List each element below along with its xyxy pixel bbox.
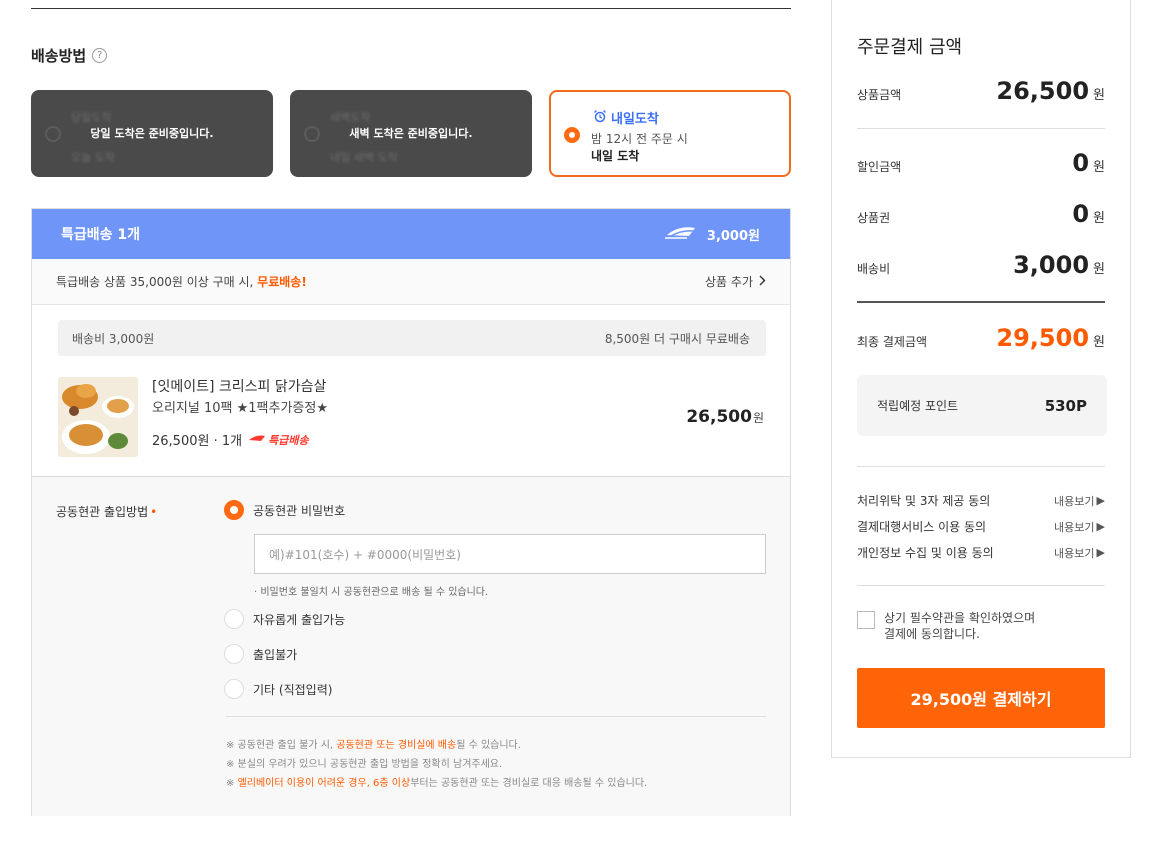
delivery-option-tomorrow[interactable]: 내일도착 밤 12시 전 주문 시 내일 도착 — [549, 90, 791, 177]
agree-checkbox[interactable] — [857, 611, 875, 629]
tomorrow-condition: 밤 12시 전 주문 시 — [591, 132, 688, 146]
view-details-link[interactable]: 내용보기 ▶ — [1054, 492, 1105, 509]
divider — [857, 128, 1105, 129]
agreement-row-consignment: 처리위탁 및 3자 제공 동의 내용보기 ▶ — [857, 492, 1105, 509]
triangle-right-icon: ▶ — [1096, 494, 1105, 507]
radio-selected[interactable] — [224, 500, 244, 520]
entry-option-no-access[interactable]: 출입불가 — [224, 644, 297, 664]
shipping-fee-box: 배송비 3,000원 8,500원 더 구매시 무료배송 — [58, 320, 766, 356]
voucher-row: 상품권 0원 — [857, 200, 1105, 228]
delivery-option-dawn: 새벽도착 내일 새벽 도착 새벽 도착은 준비중입니다. — [290, 90, 532, 177]
chevron-right-icon — [759, 275, 766, 289]
tomorrow-arrival: 내일 도착 — [591, 149, 640, 163]
entry-option-password[interactable]: 공동현관 비밀번호 — [224, 500, 345, 520]
delivery-option-same-day: 당일도착 오늘 도착 당일 도착은 준비중입니다. — [31, 90, 273, 177]
add-product-link[interactable]: 상품 추가 — [705, 273, 766, 290]
express-badge-icon — [248, 433, 266, 446]
view-details-link[interactable]: 내용보기 ▶ — [1054, 518, 1105, 535]
express-header: 특급배송 1개 3,000원 — [32, 209, 790, 259]
product-name[interactable]: [잇메이트] 크리스피 닭가슴살 — [152, 376, 326, 396]
required-mark: • — [150, 505, 158, 519]
free-shipping-highlight: 무료배송! — [257, 275, 307, 289]
triangle-right-icon: ▶ — [1096, 520, 1105, 533]
not-ready-message: 당일 도착은 준비중입니다. — [90, 127, 214, 140]
entry-option-other[interactable]: 기타 (직접입력) — [224, 679, 332, 699]
summary-title: 주문결제 금액 — [857, 37, 963, 58]
divider — [857, 585, 1105, 586]
final-amount-row: 최종 결제금액 29,500 원 — [857, 324, 1105, 352]
delivery-method-title: 배송방법 ? — [31, 45, 108, 66]
radio-unselected[interactable] — [224, 609, 244, 629]
entrance-password-input[interactable]: 예)#101(호수) + #0000(비밀번호) — [254, 534, 766, 574]
divider — [857, 466, 1105, 467]
shipping-row: 배송비 3,000 원 — [857, 251, 1105, 279]
points-value: 530P — [1044, 396, 1087, 415]
agreement-row-privacy: 개인정보 수집 및 이용 동의 내용보기 ▶ — [857, 544, 1105, 561]
radio-selected[interactable] — [564, 127, 580, 143]
tomorrow-title: 내일도착 — [593, 108, 659, 127]
view-details-link[interactable]: 내용보기 ▶ — [1054, 544, 1105, 561]
shipping-fee-label: 배송비 3,000원 — [72, 331, 155, 346]
discount-row: 할인금액 0원 — [857, 149, 1105, 177]
express-delivery-panel: 특급배송 1개 3,000원 특급배송 상품 35,000원 이상 구매 시, … — [31, 208, 791, 816]
agreement-row-payment-agent: 결제대행서비스 이용 동의 내용보기 ▶ — [857, 518, 1105, 535]
pay-button[interactable]: 29,500원 결제하기 — [857, 668, 1105, 728]
product-price-qty: 26,500원 · 1개 특급배송 — [152, 432, 309, 450]
product-image — [58, 377, 138, 457]
product-total: 26,500원 — [686, 407, 764, 427]
radio-unselected[interactable] — [224, 644, 244, 664]
triangle-right-icon: ▶ — [1096, 546, 1105, 559]
express-fee: 3,000원 — [706, 228, 760, 244]
express-count: 특급배송 1개 — [61, 227, 141, 243]
product-amount-row: 상품금액 26,500 원 — [857, 77, 1105, 105]
product-option: 오리지널 10팩 ★1팩추가증정★ — [152, 401, 328, 416]
alarm-clock-icon — [593, 109, 607, 127]
radio-unselected[interactable] — [224, 679, 244, 699]
free-shipping-notice: 특급배송 상품 35,000원 이상 구매 시, 무료배송! 상품 추가 — [32, 259, 790, 305]
express-badge: 특급배송 — [248, 432, 309, 448]
not-ready-message: 새벽 도착은 준비중입니다. — [349, 127, 473, 140]
agree-all-terms[interactable]: 상기 필수약관을 확인하였으며 결제에 동의합니다. — [857, 610, 1035, 642]
divider — [226, 716, 766, 717]
top-divider — [31, 8, 791, 9]
password-help-text: · 비밀번호 불일치 시 공동현관으로 배송 될 수 있습니다. — [254, 587, 489, 598]
points-box: 적립예정 포인트 530P — [857, 375, 1107, 436]
free-shipping-remaining: 8,500원 더 구매시 무료배송 — [604, 331, 750, 346]
entrance-notes: ※ 공동현관 출입 불가 시, 공동현관 또는 경비실에 배송될 수 있습니다.… — [226, 740, 648, 789]
entry-option-free-access[interactable]: 자유롭게 출입가능 — [224, 609, 345, 629]
help-icon[interactable]: ? — [92, 48, 108, 63]
divider — [857, 301, 1105, 303]
entrance-method-section: 공동현관 출입방법 • 공동현관 비밀번호 예)#101(호수) + #0000(… — [32, 476, 790, 816]
express-truck-icon — [664, 224, 699, 244]
order-summary-panel: 주문결제 금액 상품금액 26,500 원 할인금액 0원 상품권 0원 배송비 … — [831, 0, 1131, 758]
entrance-method-label: 공동현관 출입방법 • — [56, 505, 158, 519]
